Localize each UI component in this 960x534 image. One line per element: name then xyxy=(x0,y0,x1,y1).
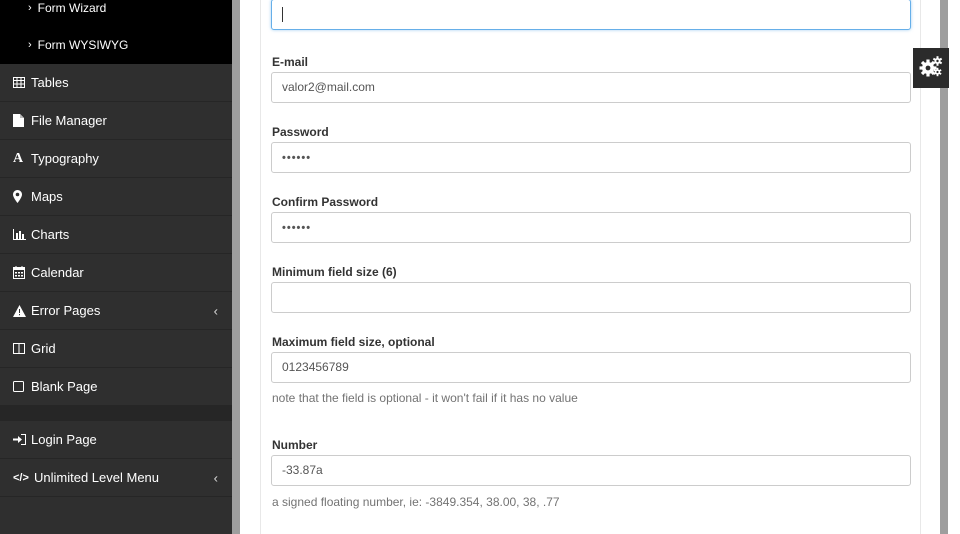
sidebar-item-login-page[interactable]: Login Page xyxy=(0,421,232,459)
email-field[interactable]: valor2@mail.com xyxy=(271,72,911,103)
map-marker-icon xyxy=(13,190,29,203)
number-field[interactable]: -33.87a xyxy=(271,455,911,486)
sidebar: › Form Wizard › Form WYSIWYG Tables File… xyxy=(0,0,232,534)
sidebar-item-label: Tables xyxy=(31,75,69,90)
sidebar-item-label: Blank Page xyxy=(31,379,98,394)
number-label: Number xyxy=(272,438,318,452)
form-panel: E-mail valor2@mail.com Password •••••• C… xyxy=(260,0,921,534)
sidebar-item-unlimited-level-menu[interactable]: </> Unlimited Level Menu ‹ xyxy=(0,459,232,497)
password-label: Password xyxy=(272,125,329,139)
gears-icon xyxy=(919,55,943,81)
main-content: E-mail valor2@mail.com Password •••••• C… xyxy=(240,0,921,534)
sidebar-subitem-form-wizard[interactable]: › Form Wizard xyxy=(0,0,232,26)
min-size-label: Minimum field size (6) xyxy=(272,265,397,279)
square-icon xyxy=(13,381,29,392)
max-size-field[interactable]: 0123456789 xyxy=(271,352,911,383)
confirm-password-value: •••••• xyxy=(282,222,312,234)
sidebar-item-file-manager[interactable]: File Manager xyxy=(0,102,232,140)
password-value: •••••• xyxy=(282,152,312,164)
table-icon xyxy=(13,77,29,88)
sidebar-item-grid[interactable]: Grid xyxy=(0,330,232,368)
sidebar-separator xyxy=(0,406,232,421)
min-size-field[interactable] xyxy=(271,282,911,313)
sidebar-item-tables[interactable]: Tables xyxy=(0,64,232,102)
chevron-right-icon: › xyxy=(28,38,32,51)
sidebar-item-label: Grid xyxy=(31,341,56,356)
settings-toggle-button[interactable] xyxy=(913,48,949,88)
sidebar-item-charts[interactable]: Charts xyxy=(0,216,232,254)
font-icon: A xyxy=(13,150,24,166)
chevron-left-icon: ‹ xyxy=(213,303,218,318)
sidebar-item-error-pages[interactable]: Error Pages ‹ xyxy=(0,292,232,330)
sidebar-item-typography[interactable]: A Typography xyxy=(0,140,232,178)
chevron-right-icon: › xyxy=(28,2,32,14)
sidebar-subitem-form-wysiwyg[interactable]: › Form WYSIWYG xyxy=(0,26,232,64)
sidebar-item-label: Error Pages xyxy=(31,303,101,318)
sidebar-item-blank-page[interactable]: Blank Page xyxy=(0,368,232,406)
max-size-help: note that the field is optional - it won… xyxy=(272,391,578,405)
sidebar-item-label: Typography xyxy=(31,151,99,166)
file-icon xyxy=(13,114,29,127)
text-cursor xyxy=(282,7,283,23)
warning-icon xyxy=(13,304,29,317)
number-help: a signed floating number, ie: -3849.354,… xyxy=(272,495,560,509)
password-field[interactable]: •••••• xyxy=(271,142,911,173)
sign-in-icon xyxy=(13,434,29,445)
sidebar-item-label: Charts xyxy=(31,227,70,242)
sidebar-subitem-label: Form Wizard xyxy=(37,1,107,15)
code-icon: </> xyxy=(13,471,29,484)
scroll-divider xyxy=(232,0,240,534)
columns-icon xyxy=(13,343,29,354)
bar-chart-icon xyxy=(13,229,29,240)
email-label: E-mail xyxy=(272,55,309,69)
sidebar-item-label: Calendar xyxy=(31,265,84,280)
sidebar-item-label: File Manager xyxy=(31,113,107,128)
confirm-password-field[interactable]: •••••• xyxy=(271,212,911,243)
text-field[interactable] xyxy=(271,0,911,30)
sidebar-item-maps[interactable]: Maps xyxy=(0,178,232,216)
confirm-password-label: Confirm Password xyxy=(272,195,379,209)
chevron-left-icon: ‹ xyxy=(213,470,218,485)
max-size-label: Maximum field size, optional xyxy=(272,335,435,349)
calendar-icon xyxy=(13,266,29,279)
sidebar-subitem-label: Form WYSIWYG xyxy=(37,37,129,52)
sidebar-item-label: Login Page xyxy=(31,432,97,447)
right-edge xyxy=(948,0,960,534)
sidebar-item-label: Unlimited Level Menu xyxy=(34,470,160,485)
sidebar-item-label: Maps xyxy=(31,189,63,204)
sidebar-item-calendar[interactable]: Calendar xyxy=(0,254,232,292)
